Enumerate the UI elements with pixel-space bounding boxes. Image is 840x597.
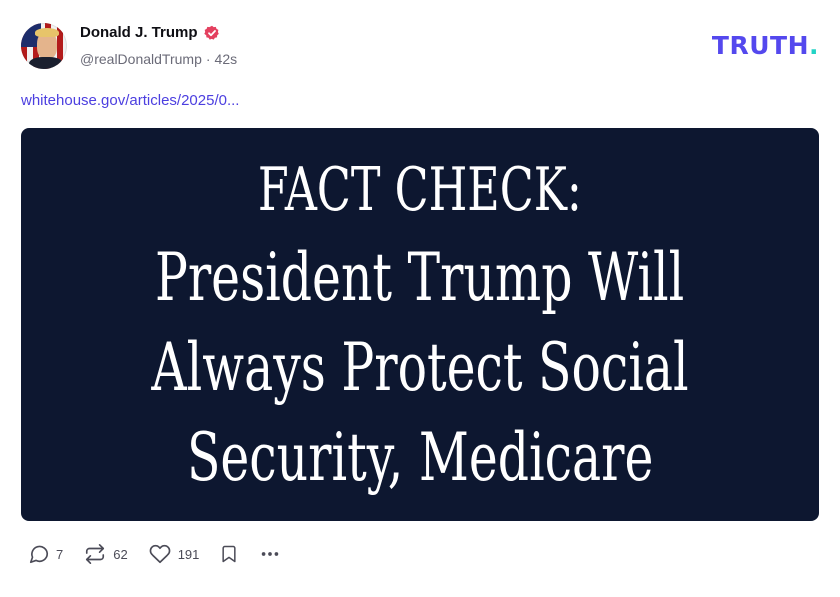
author-handle[interactable]: @realDonaldTrump xyxy=(80,51,202,67)
more-dots-icon xyxy=(259,543,281,565)
meta-separator: · xyxy=(205,51,211,67)
article-link[interactable]: whitehouse.gov/articles/2025/0... xyxy=(21,92,239,109)
reply-count: 7 xyxy=(56,546,64,562)
avatar-hair xyxy=(35,28,59,37)
retruth-count: 62 xyxy=(113,546,128,562)
headline-line-2: President Trump Will xyxy=(155,238,685,316)
logo-dot: . xyxy=(809,31,819,60)
headline-line-1: FACT CHECK: xyxy=(258,154,582,225)
post-timestamp[interactable]: 42s xyxy=(215,51,238,67)
headline-line-4: Security, Medicare xyxy=(186,418,654,496)
bookmark-button[interactable] xyxy=(219,543,239,565)
verified-badge-icon xyxy=(203,25,220,41)
reply-button[interactable]: 7 xyxy=(28,543,63,565)
truth-logo[interactable]: TRUTH. xyxy=(712,31,819,60)
author-name-row: Donald J. Trump xyxy=(80,24,220,41)
avatar[interactable] xyxy=(21,23,67,69)
post-actions-bar: 7 62 191 xyxy=(28,543,301,565)
logo-text: TRUTH xyxy=(711,31,809,60)
author-display-name[interactable]: Donald J. Trump xyxy=(80,24,198,41)
heart-icon xyxy=(148,543,172,565)
author-meta-row: @realDonaldTrump · 42s xyxy=(80,51,237,67)
retruth-button[interactable]: 62 xyxy=(83,543,128,565)
retruth-icon xyxy=(83,543,107,565)
like-count: 191 xyxy=(177,546,200,562)
more-options-button[interactable] xyxy=(259,543,281,565)
comment-icon xyxy=(28,543,50,565)
link-preview-image[interactable]: FACT CHECK: President Trump Will Always … xyxy=(21,128,819,521)
like-button[interactable]: 191 xyxy=(148,543,200,565)
bookmark-icon xyxy=(219,543,239,565)
avatar-suit xyxy=(29,57,63,69)
headline-line-3: Always Protect Social xyxy=(151,328,689,406)
